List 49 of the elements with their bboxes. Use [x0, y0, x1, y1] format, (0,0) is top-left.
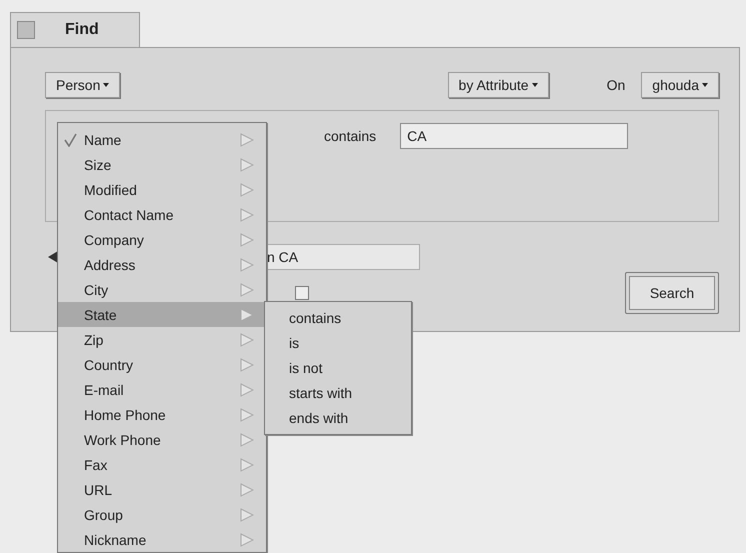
volume-menu-button[interactable]: ghouda	[641, 72, 719, 98]
submenu-arrow-icon	[240, 358, 254, 372]
menu-item[interactable]: Group	[58, 502, 266, 527]
submenu-arrow-icon	[240, 258, 254, 272]
menu-item[interactable]: Nickname	[58, 527, 266, 552]
submenu-arrow-icon	[240, 382, 254, 396]
submenu-arrow-icon	[240, 332, 254, 346]
menu-item[interactable]: Size	[58, 152, 266, 177]
menu-item[interactable]: State	[58, 302, 266, 327]
search-button[interactable]: Search	[629, 276, 715, 310]
submenu-arrow-icon	[240, 158, 254, 172]
method-menu-button[interactable]: by Attribute	[448, 72, 549, 98]
menu-item[interactable]: Modified	[58, 177, 266, 202]
menu-item[interactable]: Country	[58, 352, 266, 377]
caret-icon	[103, 83, 110, 87]
submenu-arrow-icon	[240, 182, 254, 196]
submenu-arrow-icon	[240, 308, 254, 322]
menu-item[interactable]: contains	[265, 306, 411, 331]
menu-item[interactable]: Name	[58, 127, 266, 152]
volume-label: On	[606, 77, 626, 93]
menu-item[interactable]: Work Phone	[58, 427, 266, 452]
caret-icon	[532, 83, 538, 87]
query-field[interactable]: CA	[400, 123, 628, 149]
submenu-arrow-icon	[240, 508, 254, 522]
submenu-arrow-icon	[240, 458, 254, 472]
operator-label: contains	[324, 127, 376, 144]
menu-item[interactable]: Contact Name	[58, 202, 266, 227]
menu-item[interactable]: Zip	[58, 327, 266, 352]
menu-item[interactable]: URL	[58, 477, 266, 502]
checkbox[interactable]	[295, 286, 309, 300]
menu-item[interactable]: ends with	[265, 406, 411, 431]
menu-item[interactable]: Home Phone	[58, 402, 266, 427]
submenu-arrow-icon	[240, 282, 254, 296]
submenu-arrow-icon	[240, 532, 254, 546]
menu-item[interactable]: is	[265, 331, 411, 356]
submenu-arrow-icon	[240, 132, 254, 146]
submenu-arrow-icon	[240, 408, 254, 422]
submenu-arrow-icon	[240, 432, 254, 446]
submenu-arrow-icon	[240, 208, 254, 222]
type-menu-button[interactable]: Person	[45, 72, 120, 98]
submenu-arrow-icon	[240, 232, 254, 246]
window-title: Find	[65, 21, 99, 39]
menu-item[interactable]: starts with	[265, 381, 411, 406]
menu-item[interactable]: E-mail	[58, 377, 266, 402]
menu-item[interactable]: is not	[265, 356, 411, 381]
caret-icon	[702, 83, 708, 87]
menu-item[interactable]: Fax	[58, 452, 266, 477]
submenu-arrow-icon	[240, 482, 254, 496]
menu-item[interactable]: City	[58, 277, 266, 302]
